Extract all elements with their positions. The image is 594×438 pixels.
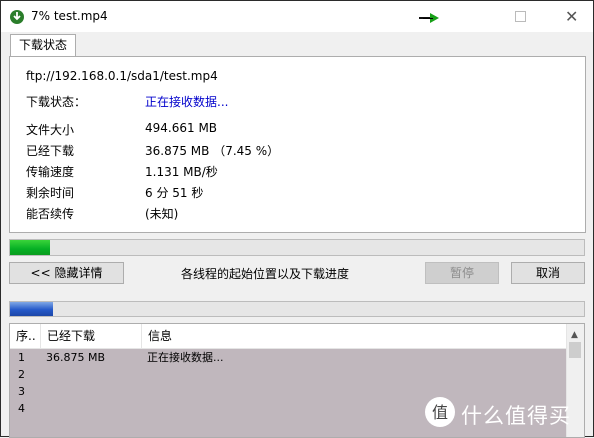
column-header-index[interactable]: 序.. bbox=[10, 324, 41, 348]
minimize-button[interactable] bbox=[409, 1, 455, 32]
pause-button[interactable]: 暂停 bbox=[425, 262, 499, 284]
thread-progress-bar bbox=[9, 301, 585, 317]
status-panel: ftp://192.168.0.1/sda1/test.mp4 下载状态： 正在… bbox=[9, 56, 586, 233]
table-row[interactable]: 3 bbox=[10, 383, 566, 400]
close-button[interactable]: ✕ bbox=[547, 1, 593, 32]
download-window: 7% test.mp4 ✕ 下载状态 ftp://192.168.0.1/sda… bbox=[0, 0, 594, 438]
file-size-value: 494.661 MB bbox=[145, 121, 218, 135]
cell-index: 4 bbox=[18, 402, 25, 415]
close-icon: ✕ bbox=[565, 7, 579, 26]
hide-details-button[interactable]: << 隐藏详情 bbox=[9, 262, 124, 284]
downloaded-value: 36.875 MB （7.45 %） bbox=[145, 144, 280, 158]
column-header-downloaded[interactable]: 已经下载 bbox=[41, 324, 142, 348]
cell-info: 正在接收数据... bbox=[147, 351, 224, 364]
table-row[interactable]: 1 36.875 MB 正在接收数据... bbox=[10, 349, 566, 366]
window-title: 7% test.mp4 bbox=[31, 9, 108, 23]
thread-progress-fill bbox=[10, 302, 54, 316]
download-url: ftp://192.168.0.1/sda1/test.mp4 bbox=[26, 69, 218, 83]
speed-value: 1.131 MB/秒 bbox=[145, 165, 218, 179]
watermark-text: 什么值得买 bbox=[461, 404, 571, 428]
remaining-time-label: 剩余时间 bbox=[26, 186, 75, 200]
resume-label: 能否续传 bbox=[26, 207, 75, 221]
resume-value: (未知) bbox=[145, 207, 179, 221]
cell-index: 1 bbox=[18, 351, 25, 364]
cell-downloaded: 36.875 MB bbox=[46, 351, 106, 364]
scroll-thumb[interactable] bbox=[569, 342, 581, 358]
download-progress-bar bbox=[9, 239, 585, 256]
cancel-button[interactable]: 取消 bbox=[511, 262, 585, 284]
title-bar[interactable]: 7% test.mp4 ✕ bbox=[1, 1, 593, 32]
minimize-icon bbox=[423, 18, 433, 19]
table-row[interactable]: 2 bbox=[10, 366, 566, 383]
download-app-icon bbox=[10, 10, 24, 24]
tab-download-status[interactable]: 下载状态 bbox=[10, 34, 77, 57]
status-value-link[interactable]: 正在接收数据... bbox=[145, 93, 228, 110]
tab-strip: 下载状态 bbox=[8, 34, 586, 57]
downloaded-label: 已经下载 bbox=[26, 144, 75, 158]
cell-index: 2 bbox=[18, 368, 25, 381]
download-progress-fill bbox=[10, 240, 51, 255]
threads-caption: 各线程的起始位置以及下载进度 bbox=[181, 267, 350, 281]
status-label: 下载状态： bbox=[26, 95, 87, 109]
maximize-icon bbox=[515, 11, 526, 22]
svg-text:值: 值 bbox=[432, 403, 448, 422]
remaining-time-value: 6 分 51 秒 bbox=[145, 186, 204, 200]
scroll-up-icon[interactable]: ▲ bbox=[571, 330, 578, 340]
cell-index: 3 bbox=[18, 385, 25, 398]
column-header-info[interactable]: 信息 bbox=[142, 324, 566, 348]
table-header: 序.. 已经下载 信息 bbox=[10, 324, 566, 349]
file-size-label: 文件大小 bbox=[26, 123, 75, 137]
speed-label: 传输速度 bbox=[26, 165, 75, 179]
maximize-button[interactable] bbox=[495, 1, 541, 32]
watermark-logo-icon: 值 bbox=[425, 397, 455, 427]
